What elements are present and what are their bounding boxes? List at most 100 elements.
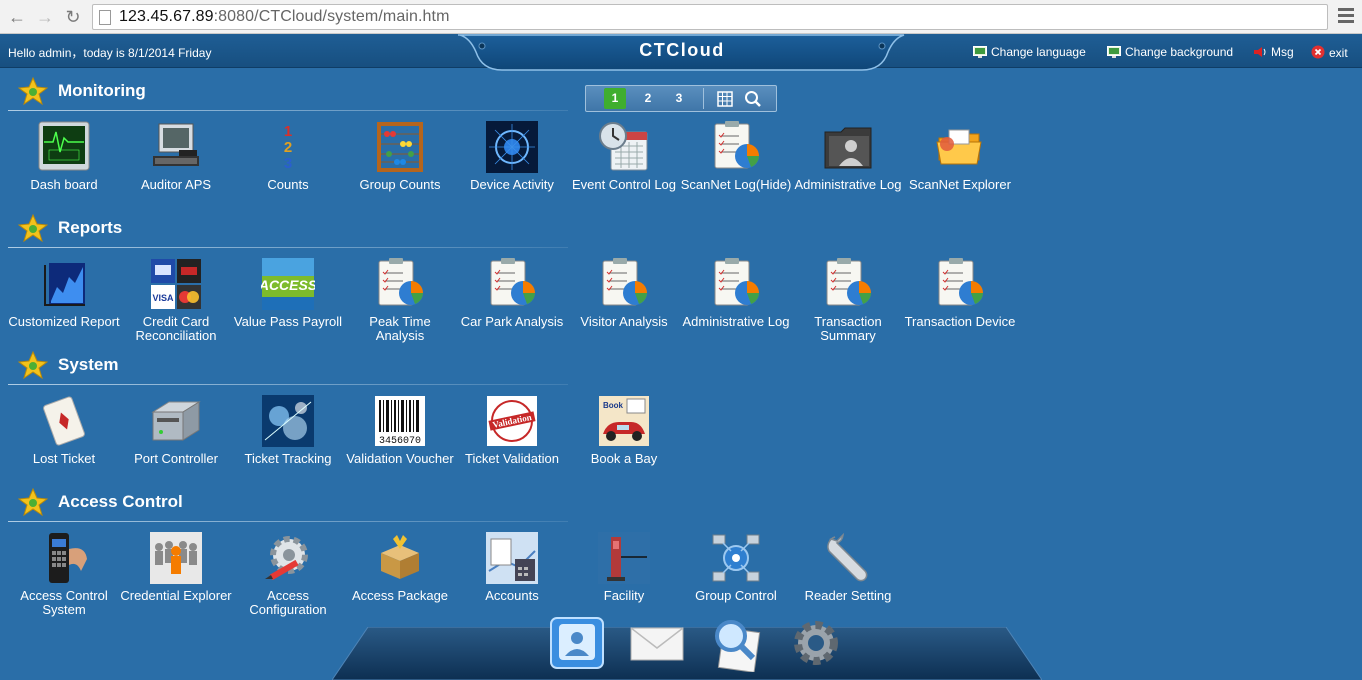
star-icon: [18, 214, 48, 242]
greeting-text: Hello admin，today is 8/1/2014 Friday: [8, 46, 212, 60]
search-document-icon: [715, 620, 761, 673]
section-title: Reports: [58, 218, 123, 237]
item-visitor-analysis[interactable]: Visitor Analysis: [568, 257, 680, 329]
msg-link[interactable]: Msg: [1253, 45, 1294, 59]
dock-mail[interactable]: [629, 616, 684, 670]
item-transaction-device[interactable]: Transaction Device: [904, 257, 1016, 329]
item-ticket-tracking[interactable]: Ticket Tracking: [232, 394, 344, 466]
item-ticket-validation[interactable]: Validation Ticket Validation: [456, 394, 568, 466]
search-icon[interactable]: [742, 88, 764, 109]
turnstile-gate-icon: [598, 532, 650, 584]
item-label: Transaction Summary: [814, 314, 882, 343]
item-label: Book a Bay: [590, 451, 658, 466]
item-label: Group Counts: [359, 177, 441, 192]
section-divider: [8, 521, 568, 522]
section-title: System: [58, 355, 119, 374]
back-arrow-icon[interactable]: ←: [6, 6, 28, 28]
item-label: Counts: [267, 177, 309, 192]
change-language-link[interactable]: Change language: [973, 45, 1086, 59]
dock-user-profile[interactable]: [550, 616, 604, 670]
mail-envelope-icon: [630, 627, 684, 661]
item-book-a-bay[interactable]: Book Book a Bay: [568, 394, 680, 466]
bottom-dock: [332, 627, 1042, 680]
item-counts[interactable]: 123 Counts: [232, 120, 344, 192]
address-bar[interactable]: 123.45.67.89:8080/CTCloud/system/main.ht…: [92, 4, 1328, 30]
item-customized-report[interactable]: Customized Report: [8, 257, 120, 329]
svg-text:3: 3: [284, 155, 292, 172]
item-credit-card-reconciliation[interactable]: VISA Credit Card Reconciliation: [120, 257, 232, 343]
item-label: Ticket Validation: [465, 451, 559, 466]
exit-label: exit: [1329, 46, 1348, 60]
section-divider: [8, 247, 568, 248]
star-icon: [18, 351, 48, 379]
msg-label: Msg: [1271, 45, 1294, 59]
item-validation-voucher[interactable]: 3456070 Validation Voucher: [344, 394, 456, 466]
item-label: Ticket Tracking: [244, 451, 332, 466]
item-label: Validation Voucher: [346, 451, 454, 466]
item-lost-ticket[interactable]: Lost Ticket: [8, 394, 120, 466]
item-facility[interactable]: Facility: [568, 531, 680, 603]
change-background-link[interactable]: Change background: [1107, 45, 1233, 59]
item-auditor-aps[interactable]: Auditor APS: [120, 120, 232, 192]
wrench-icon: [827, 532, 868, 582]
item-label: Administrative Log: [794, 177, 902, 192]
page-switcher: 1 2 3: [585, 85, 777, 112]
item-accounts[interactable]: Accounts: [456, 531, 568, 603]
item-value-pass-payroll[interactable]: ACCESS Value Pass Payroll: [232, 257, 344, 329]
item-reader-setting[interactable]: Reader Setting: [792, 531, 904, 603]
page-2-button[interactable]: 2: [637, 88, 659, 109]
svg-text:2: 2: [284, 139, 292, 156]
reload-icon[interactable]: ↻: [62, 6, 84, 28]
item-administrative-log[interactable]: Administrative Log: [792, 120, 904, 192]
item-transaction-summary[interactable]: Transaction Summary: [792, 257, 904, 343]
section-title: Access Control: [58, 492, 183, 511]
server-box-icon: [151, 401, 201, 441]
item-scannet-log-hide[interactable]: ScanNet Log(Hide): [680, 120, 792, 192]
clipboard-chart-icon: [938, 258, 983, 306]
crowd-person-icon: [150, 532, 202, 584]
page-3-button[interactable]: 3: [668, 88, 690, 109]
item-label: Transaction Device: [904, 314, 1016, 329]
item-scannet-explorer[interactable]: ScanNet Explorer: [904, 120, 1016, 192]
item-device-activity[interactable]: Device Activity: [456, 120, 568, 192]
title-tab: CTCloud: [458, 34, 906, 72]
dock-search-document[interactable]: [707, 616, 761, 673]
change-background-label: Change background: [1125, 45, 1234, 59]
clipboard-chart-icon: [714, 258, 759, 306]
item-label: Lost Ticket: [32, 451, 96, 466]
monitor-icon: [1107, 46, 1121, 58]
clipboard-chart-icon: [714, 121, 759, 169]
item-peak-time-analysis[interactable]: Peak Time Analysis: [344, 257, 456, 343]
item-label: Event Control Log: [571, 177, 677, 192]
svg-text:ACCESS: ACCESS: [261, 277, 315, 293]
item-label: Reader Setting: [804, 588, 892, 603]
ticket-card-icon: [43, 396, 85, 446]
section-divider: [8, 110, 568, 111]
browser-menu-icon[interactable]: [1338, 8, 1354, 24]
item-event-control-log[interactable]: Event Control Log: [568, 120, 680, 192]
item-access-configuration[interactable]: Access Configuration: [232, 531, 344, 617]
forward-arrow-icon[interactable]: →: [34, 6, 56, 28]
page-1-button[interactable]: 1: [604, 88, 626, 109]
item-dash-board[interactable]: Dash board: [8, 120, 120, 192]
close-icon: [1311, 45, 1325, 59]
item-access-package[interactable]: Access Package: [344, 531, 456, 603]
url-path: :8080/CTCloud/system/main.htm: [213, 8, 450, 25]
item-administrative-log-report[interactable]: Administrative Log: [680, 257, 792, 329]
item-group-control[interactable]: Group Control: [680, 531, 792, 603]
item-port-controller[interactable]: Port Controller: [120, 394, 232, 466]
dock-settings[interactable]: [789, 616, 843, 670]
monitor-icon: [973, 46, 987, 58]
item-group-counts[interactable]: Group Counts: [344, 120, 456, 192]
validation-stamp-icon: Validation: [487, 396, 537, 446]
item-credential-explorer[interactable]: Credential Explorer: [120, 531, 232, 603]
clock-calendar-icon: [599, 122, 648, 171]
item-car-park-analysis[interactable]: Car Park Analysis: [456, 257, 568, 329]
star-icon: [18, 488, 48, 516]
user-profile-icon: [550, 617, 604, 669]
item-label: Dash board: [30, 177, 98, 192]
exit-link[interactable]: exit: [1311, 45, 1348, 60]
grid-view-icon[interactable]: [714, 88, 736, 109]
item-access-control-system[interactable]: Access Control System: [8, 531, 120, 617]
item-label: Visitor Analysis: [580, 314, 668, 329]
